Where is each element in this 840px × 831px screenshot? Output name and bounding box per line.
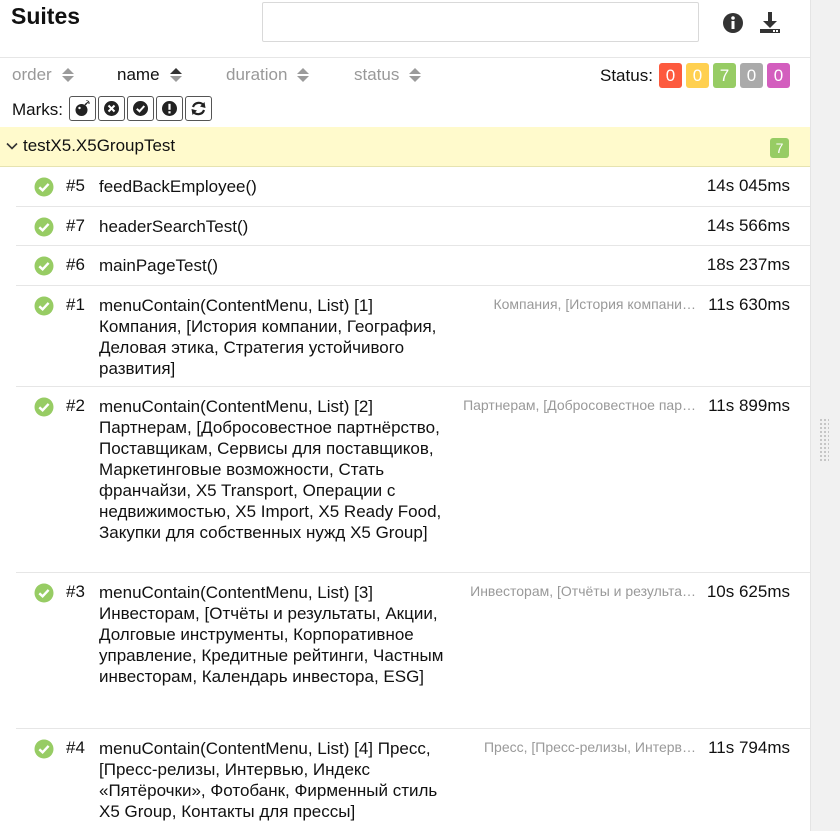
passed-check-icon [34,296,54,316]
suite-group-name: testX5.X5GroupTest [23,136,176,155]
status-broken-badge[interactable]: 0 [686,63,709,88]
test-name: menuContain(ContentMenu, List) [1] Компа… [99,296,437,378]
sort-bar: order name duration status Status: 0 0 7… [0,57,810,93]
test-duration: 18s 237ms [706,255,790,274]
sort-name[interactable]: name [117,65,182,85]
flaky-bomb-icon[interactable] [69,96,96,121]
new-broken-icon[interactable] [156,96,183,121]
marks-bar: Marks: [0,93,810,125]
test-name: headerSearchTest() [99,217,249,236]
new-failed-icon[interactable] [98,96,125,121]
test-duration: 11s 794ms [708,738,790,757]
test-number: #3 [66,582,85,601]
sort-arrows-icon [409,67,422,83]
test-params: Компания, [История компани… [493,296,696,312]
scrollbar-grip[interactable] [819,418,829,462]
test-row[interactable]: #2 menuContain(ContentMenu, List) [2] Пар… [16,387,810,573]
status-skipped-badge[interactable]: 0 [740,63,763,88]
test-duration: 14s 045ms [706,176,790,195]
sort-status[interactable]: status [354,65,422,85]
passed-check-icon [34,256,54,276]
sort-order-label: order [12,65,52,84]
status-passed-badge[interactable]: 7 [713,63,736,88]
status-failed-badge[interactable]: 0 [659,63,682,88]
test-duration: 10s 625ms [706,582,790,601]
test-params: Партнерам, [Добросовестное пар… [463,397,696,413]
passed-check-icon [34,217,54,237]
passed-check-icon [34,177,54,197]
test-name: menuContain(ContentMenu, List) [4] Пресс… [99,739,438,821]
test-row[interactable]: #1 menuContain(ContentMenu, List) [1] Ком… [16,286,810,387]
download-icon[interactable] [757,10,783,36]
test-row[interactable]: #3 menuContain(ContentMenu, List) [3] Инв… [16,573,810,729]
test-name: menuContain(ContentMenu, List) [2] Партн… [99,397,442,542]
status-filter-label: Status: [600,66,653,85]
test-number: #7 [66,216,85,235]
test-params: Пресс, [Пресс-релизы, Интерв… [483,739,696,755]
test-params: Инвесторам, [Отчёты и результа… [470,583,696,599]
sort-arrows-icon [297,67,310,83]
new-passed-icon[interactable] [127,96,154,121]
suite-group-row[interactable]: testX5.X5GroupTest 7 [0,127,810,167]
test-number: #2 [66,396,85,415]
test-name: mainPageTest() [99,256,219,275]
header: Suites [0,0,810,56]
test-number: #1 [66,295,85,314]
page-title: Suites [11,3,81,29]
search-input[interactable] [262,2,699,42]
status-unknown-badge[interactable]: 0 [767,63,790,88]
suite-group-count-badge: 7 [770,138,789,158]
scrollbar[interactable] [810,0,840,831]
info-icon[interactable] [720,10,746,36]
test-number: #5 [66,176,85,195]
test-row[interactable]: #4 menuContain(ContentMenu, List) [4] Пре… [16,729,810,831]
passed-check-icon [34,397,54,417]
retries-icon[interactable] [185,96,212,121]
test-list: #5 feedBackEmployee() 14s 045ms #7 headerSea… [16,167,810,831]
test-row[interactable]: #5 feedBackEmployee() 14s 045ms [16,167,810,207]
sort-arrows-icon [61,67,74,83]
test-name: feedBackEmployee() [99,177,257,196]
sort-order[interactable]: order [12,65,74,85]
test-row[interactable]: #6 mainPageTest() 18s 237ms [16,246,810,286]
sort-name-label: name [117,65,160,84]
test-duration: 14s 566ms [706,216,790,235]
sort-duration-label: duration [226,65,288,84]
passed-check-icon [34,739,54,759]
test-number: #4 [66,738,85,757]
test-number: #6 [66,255,85,274]
test-duration: 11s 899ms [708,396,790,415]
test-row[interactable]: #7 headerSearchTest() 14s 566ms [16,207,810,246]
allure-suites-panel: Suites order name duration status Status… [0,0,810,831]
test-name: menuContain(ContentMenu, List) [3] Инвес… [99,583,444,686]
test-duration: 11s 630ms [708,295,790,314]
sort-duration[interactable]: duration [226,65,310,85]
sort-status-label: status [354,65,400,84]
chevron-down-icon [6,142,18,150]
passed-check-icon [34,583,54,603]
marks-label: Marks: [12,100,63,119]
sort-arrows-icon [169,67,182,83]
